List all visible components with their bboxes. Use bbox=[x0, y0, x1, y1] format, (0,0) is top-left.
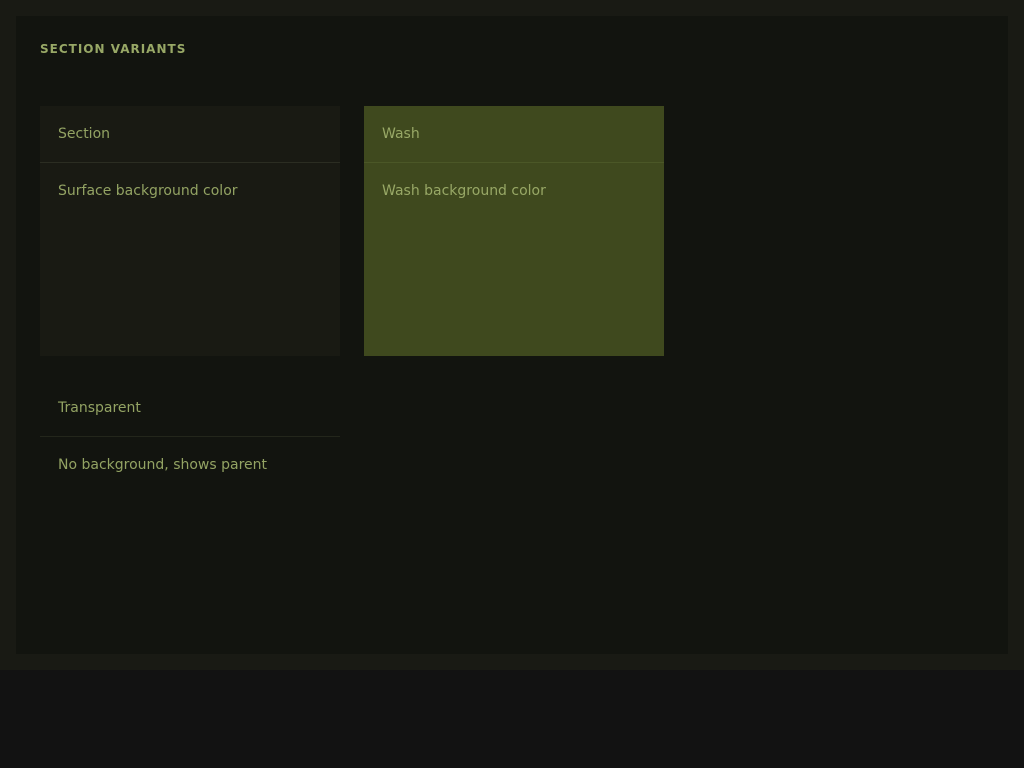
section-header: Transparent bbox=[40, 380, 340, 437]
section-variant-surface: Section Surface background color bbox=[40, 106, 340, 356]
section-body: Surface background color bbox=[40, 163, 340, 199]
section-header: Section bbox=[40, 106, 340, 163]
section-label: Transparent bbox=[58, 400, 141, 416]
section-description: No background, shows parent bbox=[58, 457, 268, 473]
section-label: Section bbox=[58, 126, 111, 142]
app-frame: SECTION VARIANTS Section Surface backgro… bbox=[0, 0, 1024, 670]
section-description: Wash background color bbox=[382, 183, 546, 199]
section-body: No background, shows parent bbox=[40, 437, 340, 473]
section-description: Surface background color bbox=[58, 183, 238, 199]
section-variant-transparent: Transparent No background, shows parent bbox=[40, 380, 340, 500]
section-header: Wash bbox=[364, 106, 664, 163]
panel-title: SECTION VARIANTS bbox=[40, 42, 187, 56]
section-variant-wash: Wash Wash background color bbox=[364, 106, 664, 356]
section-label: Wash bbox=[382, 126, 420, 142]
section-variants-panel: SECTION VARIANTS Section Surface backgro… bbox=[16, 16, 1008, 654]
section-body: Wash background color bbox=[364, 163, 664, 199]
